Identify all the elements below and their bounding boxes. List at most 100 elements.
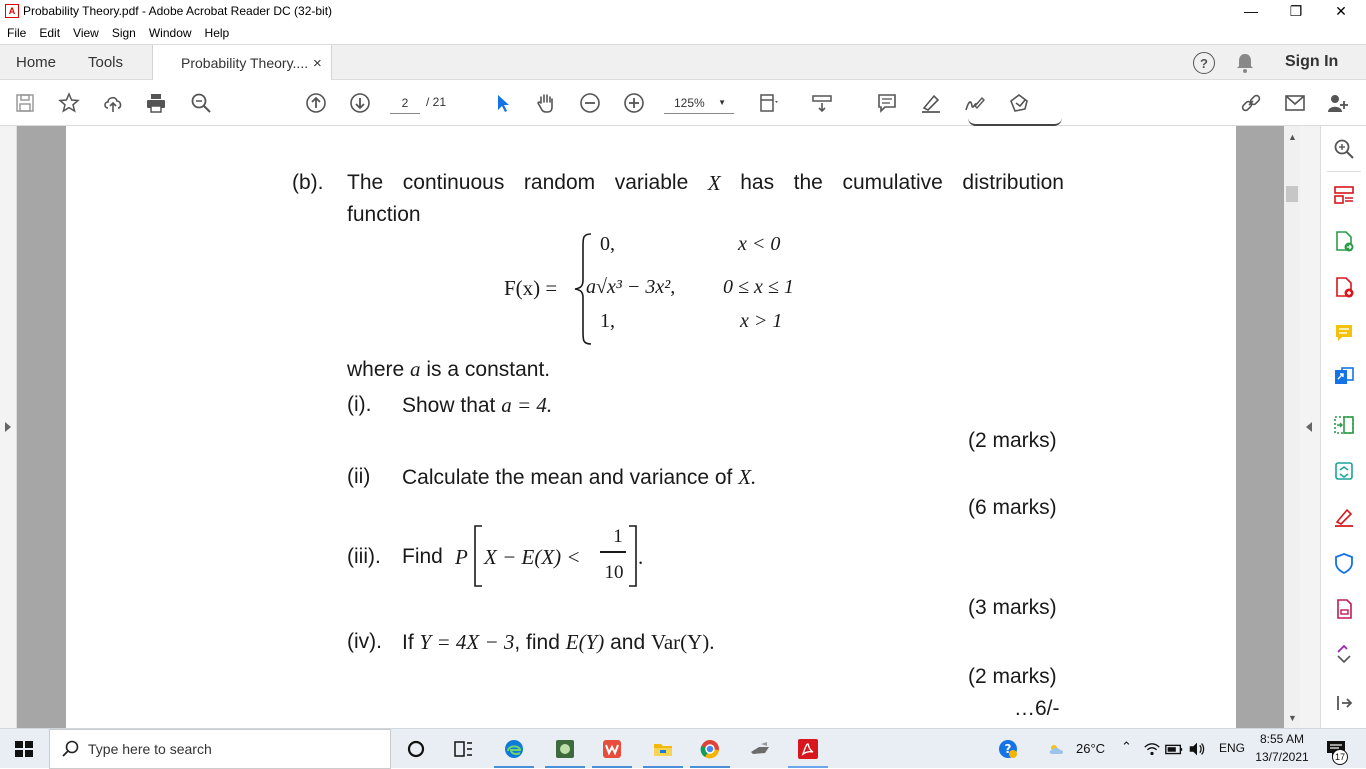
previous-page-icon[interactable] [303, 90, 329, 116]
scroll-mode-icon[interactable] [809, 90, 835, 116]
divider [1327, 171, 1361, 172]
highlight-pen-icon[interactable] [918, 90, 944, 116]
next-page-icon[interactable] [347, 90, 373, 116]
menu-sign[interactable]: Sign [112, 26, 136, 40]
zoom-in-icon[interactable] [621, 90, 647, 116]
search-placeholder: Type here to search [88, 741, 212, 757]
case-1-expr: 0, [600, 233, 615, 255]
main-toolbar: 2 / 21 125% ▼ [0, 80, 1366, 126]
wifi-icon[interactable] [1142, 737, 1162, 761]
email-icon[interactable] [1282, 90, 1308, 116]
pdf-page: (b). The continuous random variable X ha… [66, 124, 1236, 728]
tab-document[interactable]: Probability Theory.... × [152, 45, 332, 81]
add-user-icon[interactable] [1325, 90, 1351, 116]
create-pdf-icon[interactable] [1333, 276, 1355, 298]
zoom-out-icon[interactable] [577, 90, 603, 116]
wps-writer-icon[interactable] [600, 737, 624, 761]
menu-file[interactable]: File [7, 26, 26, 40]
save-icon[interactable] [12, 90, 38, 116]
edit-pdf-icon[interactable] [1333, 598, 1355, 620]
draw-sign-icon[interactable] [961, 90, 987, 116]
edge-browser-icon[interactable] [502, 737, 526, 761]
battery-icon[interactable] [1164, 737, 1184, 761]
q2-marks: (6 marks) [968, 496, 1057, 519]
q2-text: Calculate the mean and variance of [402, 466, 733, 489]
close-window-button[interactable]: ✕ [1318, 0, 1364, 22]
page-fit-icon[interactable] [756, 90, 782, 116]
title-bar: A Probability Theory.pdf - Adobe Acrobat… [0, 0, 1366, 22]
q1-text: Show that [402, 394, 496, 417]
scroll-up-icon[interactable]: ▲ [1288, 132, 1297, 142]
acrobat-taskbar-icon[interactable] [796, 737, 820, 761]
combine-files-icon[interactable] [1333, 366, 1355, 388]
scroll-down-icon[interactable]: ▼ [1288, 713, 1297, 723]
windows-start-icon[interactable] [12, 737, 36, 761]
stamp-tag-icon[interactable] [1006, 90, 1032, 116]
menu-view[interactable]: View [73, 26, 99, 40]
print-icon[interactable] [143, 90, 169, 116]
more-tools-icon[interactable] [1333, 642, 1355, 664]
restore-button[interactable]: ❐ [1273, 0, 1319, 22]
menu-window[interactable]: Window [149, 26, 192, 40]
organize-pages-icon[interactable] [1333, 184, 1355, 206]
tab-home[interactable]: Home [16, 45, 56, 80]
comment-icon[interactable] [874, 90, 900, 116]
protect-shield-icon[interactable] [1333, 552, 1355, 574]
share-link-icon[interactable] [1238, 90, 1264, 116]
zoom-search-icon[interactable] [188, 90, 214, 116]
vertical-scrollbar[interactable]: ▲ ▼ [1284, 126, 1300, 728]
q4-math-2: E(Y) [565, 630, 605, 654]
collapse-right-icon[interactable] [1306, 422, 1312, 432]
language-indicator[interactable]: ENG [1219, 741, 1245, 755]
fill-sign-icon[interactable] [1333, 506, 1355, 528]
bookmark-star-icon[interactable] [56, 90, 82, 116]
q4-and: and [610, 631, 646, 654]
menu-help[interactable]: Help [205, 26, 230, 40]
tab-tools[interactable]: Tools [88, 45, 123, 80]
q3-math-body: X − E(X) < [484, 545, 581, 569]
help-tray-icon[interactable]: ? [996, 737, 1020, 761]
scroll-thumb[interactable] [1286, 186, 1298, 202]
select-cursor-icon[interactable] [490, 90, 516, 116]
tray-chevron-up-icon[interactable]: ⌃ [1121, 739, 1132, 755]
tab-document-label: Probability Theory.... [181, 55, 309, 71]
window-title: Probability Theory.pdf - Adobe Acrobat R… [23, 4, 333, 18]
clock-time[interactable]: 8:55 AM [1254, 732, 1310, 746]
upload-cloud-icon[interactable] [100, 90, 126, 116]
help-icon[interactable]: ? [1193, 52, 1215, 74]
expand-left-icon[interactable] [5, 422, 11, 432]
sign-in-link[interactable]: Sign In [1285, 53, 1338, 71]
file-explorer-icon[interactable] [651, 737, 675, 761]
app-misc-icon[interactable] [748, 737, 772, 761]
weather-icon[interactable] [1045, 737, 1069, 761]
app-green-icon[interactable] [553, 737, 577, 761]
minimize-button[interactable]: — [1228, 0, 1274, 22]
left-panel-toggle[interactable] [0, 126, 17, 728]
taskbar-search-box[interactable]: Type here to search [49, 729, 391, 769]
page-number-input[interactable]: 2 [390, 92, 420, 114]
send-for-review-icon[interactable] [1333, 460, 1355, 482]
cortana-icon[interactable] [404, 737, 428, 761]
expand-pane-icon[interactable] [1333, 692, 1355, 714]
comment-tool-icon[interactable] [1333, 322, 1355, 344]
search-tools-icon[interactable] [1333, 138, 1355, 160]
right-panel-toggle[interactable] [1300, 126, 1320, 728]
chrome-icon[interactable] [698, 737, 722, 761]
zoom-value: 125% [674, 95, 705, 110]
zoom-select[interactable]: 125% ▼ [664, 92, 734, 114]
bell-icon[interactable] [1235, 52, 1255, 79]
tab-close-icon[interactable]: × [313, 55, 322, 72]
volume-icon[interactable] [1187, 737, 1207, 761]
q1-marks: (2 marks) [968, 429, 1057, 452]
q4-math-1: Y = 4X − 3 [419, 630, 515, 654]
q3-end: . [638, 545, 644, 569]
menu-edit[interactable]: Edit [39, 26, 60, 40]
hand-tool-icon[interactable] [533, 90, 559, 116]
windows-taskbar: Type here to search ? 26°C ⌃ ENG 8:55 AM… [0, 728, 1366, 769]
where-var: a [410, 357, 421, 381]
clock-date[interactable]: 13/7/2021 [1250, 750, 1314, 764]
export-pdf-icon[interactable] [1333, 230, 1355, 252]
compress-pdf-icon[interactable] [1333, 414, 1355, 436]
task-view-icon[interactable] [451, 737, 475, 761]
intro-word: the [793, 171, 823, 194]
